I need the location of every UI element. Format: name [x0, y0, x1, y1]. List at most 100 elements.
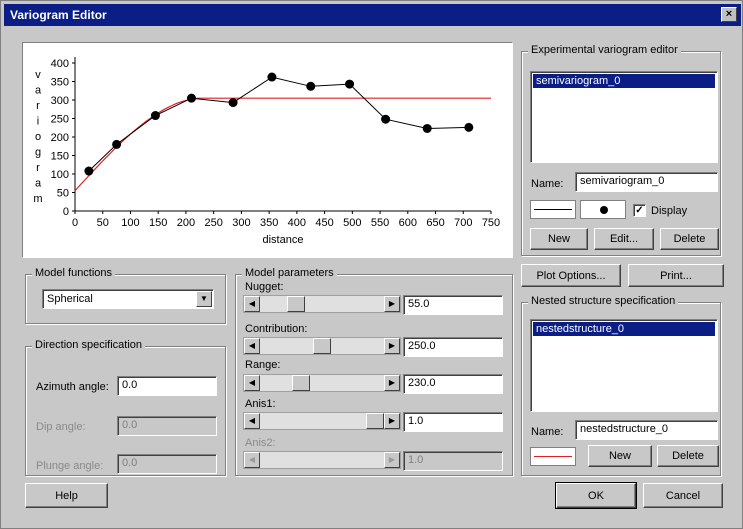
anis2-slider: ◀ ▶ [243, 451, 401, 469]
right-arrow-icon[interactable]: ▶ [384, 375, 400, 391]
experimental-point [464, 122, 474, 132]
model-parameters-label: Model parameters [242, 267, 337, 279]
nested-line-swatch[interactable] [530, 447, 576, 466]
nested-structure-label: Nested structure specification [528, 295, 679, 307]
marker-style-swatch[interactable] [580, 200, 626, 219]
x-tick-label: 750 [482, 217, 500, 229]
slider-thumb[interactable] [291, 375, 310, 391]
ok-button[interactable]: OK [555, 482, 637, 509]
nested-new-button[interactable]: New [588, 445, 652, 467]
x-axis-title: distance [263, 234, 304, 246]
print-button[interactable]: Print... [628, 264, 724, 287]
anis2-label: Anis2: [245, 437, 276, 449]
x-tick-label: 350 [260, 217, 278, 229]
help-button[interactable]: Help [25, 483, 108, 508]
model-curve [74, 97, 491, 192]
model-function-value: Spherical [47, 293, 93, 305]
left-arrow-icon[interactable]: ◀ [244, 338, 260, 354]
experimental-delete-button[interactable]: Delete [660, 228, 719, 250]
right-arrow-icon[interactable]: ▶ [384, 296, 400, 312]
x-tick-label: 0 [72, 217, 78, 229]
anis1-label: Anis1: [245, 398, 276, 410]
chevron-down-icon[interactable]: ▼ [196, 291, 212, 307]
list-item[interactable]: semivariogram_0 [533, 74, 715, 88]
range-field[interactable]: 230.0 [403, 374, 503, 394]
x-tick-label: 250 [204, 217, 222, 229]
experimental-name-label: Name: [531, 178, 564, 190]
x-tick-label: 550 [371, 217, 389, 229]
slider-thumb[interactable] [366, 413, 384, 429]
azimuth-field[interactable]: 0.0 [117, 376, 217, 396]
x-tick-label: 450 [315, 217, 333, 229]
experimental-name-field[interactable]: semivariogram_0 [575, 172, 718, 192]
y-axis-title-letter: g [35, 147, 41, 159]
plunge-label: Plunge angle: [36, 460, 104, 472]
y-axis-title-letter: a [35, 178, 42, 190]
range-slider[interactable]: ◀ ▶ [243, 374, 401, 392]
window-title: Variogram Editor [10, 8, 107, 22]
y-tick-label: 100 [51, 169, 69, 181]
contribution-label: Contribution: [245, 323, 308, 335]
contribution-field[interactable]: 250.0 [403, 337, 503, 357]
x-tick-label: 100 [121, 217, 139, 229]
left-arrow-icon[interactable]: ◀ [244, 375, 260, 391]
y-axis-title-letter: r [36, 100, 40, 112]
semivariogram-list[interactable]: semivariogram_0 [530, 71, 718, 163]
nested-structure-list[interactable]: nestedstructure_0 [530, 319, 718, 412]
right-arrow-icon: ▶ [384, 452, 400, 468]
y-axis-title-letter: a [35, 85, 42, 97]
x-tick-label: 600 [399, 217, 417, 229]
slider-thumb[interactable] [313, 338, 331, 354]
line-style-swatch[interactable] [530, 200, 576, 219]
contribution-slider[interactable]: ◀ ▶ [243, 337, 401, 355]
right-arrow-icon[interactable]: ▶ [384, 413, 400, 429]
nested-name-field[interactable]: nestedstructure_0 [575, 420, 718, 440]
experimental-point [422, 123, 432, 133]
x-tick-label: 400 [288, 217, 306, 229]
plot-options-button[interactable]: Plot Options... [521, 264, 621, 287]
anis1-slider[interactable]: ◀ ▶ [243, 412, 401, 430]
variogram-editor-window: Variogram Editor × 0 50 100 150 200 250 300 350… [0, 0, 743, 529]
list-item[interactable]: nestedstructure_0 [533, 322, 715, 336]
y-axis-title-letter: r [36, 162, 40, 174]
y-axis-title-letter: v [35, 69, 41, 81]
slider-thumb[interactable] [286, 296, 305, 312]
anis2-field: 1.0 [403, 451, 503, 471]
experimental-point [306, 81, 316, 91]
y-axis-title-letter: o [35, 131, 41, 143]
variogram-plot: 0 50 100 150 200 250 300 350 400 0 50 100 150 200 250 3… [22, 42, 513, 258]
x-tick-label: 50 [97, 217, 109, 229]
left-arrow-icon[interactable]: ◀ [244, 413, 260, 429]
y-tick-label: 50 [57, 188, 69, 200]
nugget-field[interactable]: 55.0 [403, 295, 503, 315]
range-label: Range: [245, 359, 281, 371]
y-tick-label: 200 [51, 132, 69, 144]
y-tick-label: 400 [51, 58, 69, 70]
nugget-slider[interactable]: ◀ ▶ [243, 295, 401, 313]
experimental-point [150, 111, 160, 121]
experimental-point [345, 79, 355, 89]
nested-delete-button[interactable]: Delete [657, 445, 719, 467]
experimental-point [112, 139, 122, 149]
cancel-button[interactable]: Cancel [643, 483, 723, 508]
experimental-editor-label: Experimental variogram editor [528, 44, 681, 56]
experimental-line [88, 76, 469, 172]
right-arrow-icon[interactable]: ▶ [384, 338, 400, 354]
anis1-field[interactable]: 1.0 [403, 412, 503, 432]
model-function-select[interactable]: Spherical ▼ [42, 289, 214, 309]
display-checkbox[interactable]: ✓ [633, 204, 646, 217]
experimental-edit-button[interactable]: Edit... [594, 228, 654, 250]
x-tick-label: 200 [177, 217, 195, 229]
y-tick-label: 150 [51, 151, 69, 163]
experimental-point [228, 98, 238, 108]
left-arrow-icon: ◀ [244, 452, 260, 468]
close-icon[interactable]: × [721, 7, 737, 22]
x-tick-label: 300 [232, 217, 250, 229]
experimental-new-button[interactable]: New [530, 228, 588, 250]
model-functions-label: Model functions [32, 267, 116, 279]
direction-label: Direction specification [32, 339, 145, 351]
title-bar: Variogram Editor × [4, 4, 741, 26]
left-arrow-icon[interactable]: ◀ [244, 296, 260, 312]
y-axis-title-letter: m [33, 193, 42, 205]
plunge-field: 0.0 [117, 454, 217, 474]
